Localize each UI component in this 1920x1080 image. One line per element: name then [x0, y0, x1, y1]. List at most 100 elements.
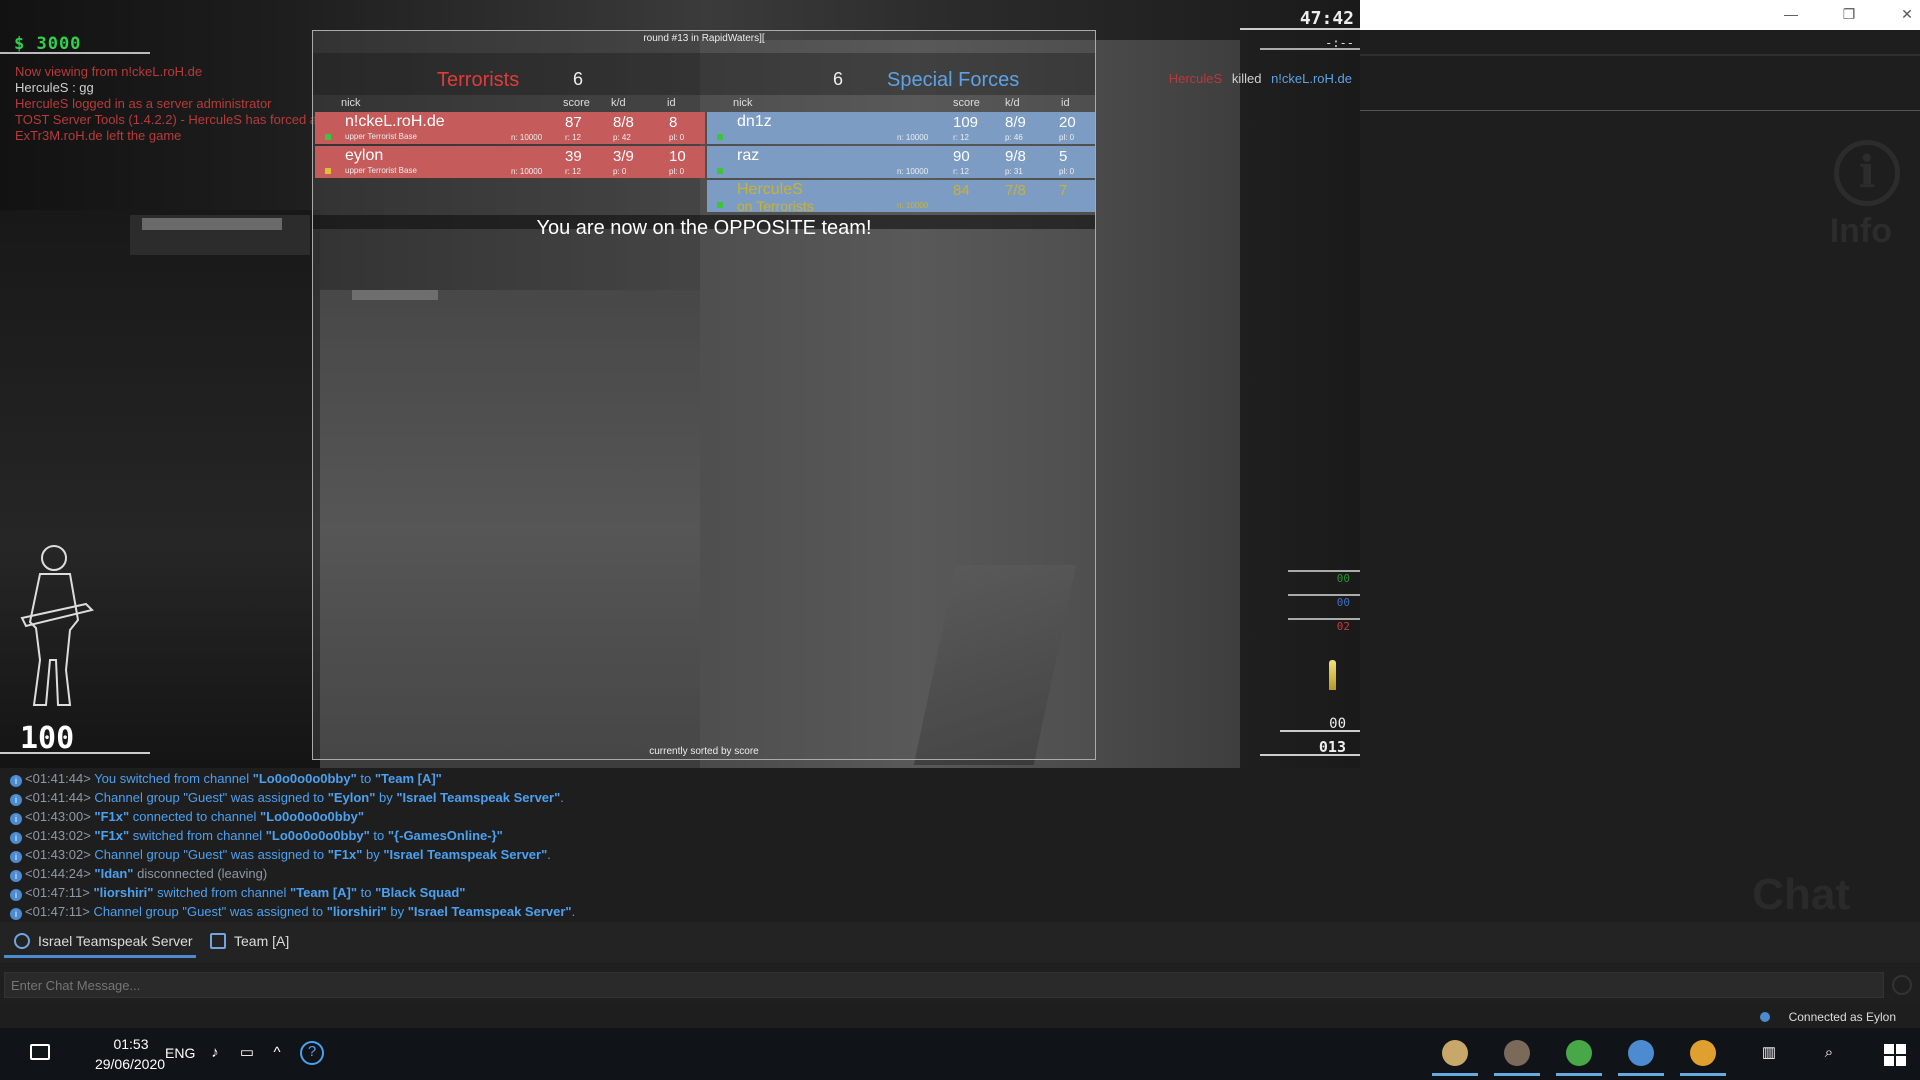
player-kd: 3/9	[613, 148, 634, 165]
tab-team-a[interactable]: Team [A]	[200, 928, 310, 958]
log-entity[interactable]: "Team [A]"	[290, 885, 357, 900]
player-score: 87	[565, 114, 582, 131]
tab-israel-teamspeak-server[interactable]: Israel Teamspeak Server	[4, 928, 196, 958]
chat-log-line: i <01:47:11> "liorshiri" switched from ch…	[10, 883, 1920, 902]
player-r: r: 12	[953, 167, 970, 176]
log-text: to	[356, 771, 375, 786]
player-row[interactable]: eylon upper Terrorist Base n: 10000 39 r…	[315, 146, 705, 178]
search-icon[interactable]: ⌕	[1820, 1044, 1838, 1062]
player-n: n: 10000	[897, 167, 929, 176]
teamspeak-app-icon[interactable]	[1618, 1034, 1664, 1076]
player-row[interactable]: HerculeS on Terrorists n: 10000 84 7/8 7	[707, 180, 1095, 214]
player-n: n: 10000	[897, 133, 929, 142]
log-entity[interactable]: "Black Squad"	[375, 885, 465, 900]
help-icon[interactable]: ?	[300, 1041, 324, 1065]
log-entity[interactable]: "Lo0o0o0o0bby"	[253, 771, 357, 786]
panel-divider	[1360, 54, 1920, 56]
log-entity[interactable]: "Lo0o0o0o0bby"	[266, 828, 370, 843]
player-row[interactable]: n!ckeL.roH.de upper Terrorist Base n: 10…	[315, 112, 705, 144]
status-dot	[325, 134, 331, 140]
player-location: upper Terrorist Base	[345, 132, 417, 141]
player-kd: 8/9	[1005, 114, 1026, 131]
log-entity[interactable]: "liorshiri"	[327, 904, 387, 919]
tray-expand-icon[interactable]: ^	[268, 1044, 286, 1062]
input-language[interactable]: ENG	[165, 1045, 195, 1061]
player-r: r: 12	[565, 133, 582, 142]
game-viewport[interactable]: $ 3000 47:42 -:-- Now viewing from n!cke…	[0, 0, 1360, 768]
log-timestamp: <01:43:02>	[25, 847, 91, 862]
player-model-icon	[20, 545, 94, 706]
info-icon: i	[10, 870, 22, 882]
chat-log-line: i <01:47:11> Channel group "Guest" was as…	[10, 902, 1920, 921]
battery-icon[interactable]: ▭	[238, 1044, 256, 1062]
chat-log: i <01:41:44> You switched from channel "L…	[0, 768, 1920, 922]
log-timestamp: <01:43:02>	[25, 828, 91, 843]
minimize-button[interactable]: —	[1768, 0, 1814, 30]
player-p: p: 46	[1005, 133, 1023, 142]
sort-note: currently sorted by score	[649, 746, 759, 757]
taskbar-time[interactable]: 01:53	[96, 1036, 166, 1052]
log-entity[interactable]: "Israel Teamspeak Server"	[383, 847, 547, 862]
chrome-app-icon[interactable]	[1680, 1034, 1726, 1076]
task-view-icon[interactable]: ▥	[1760, 1044, 1778, 1062]
action-center-icon[interactable]	[30, 1044, 50, 1060]
log-entity[interactable]: "Lo0o0o0o0bby"	[260, 809, 364, 824]
victim-name: n!ckeL.roH.de	[1271, 71, 1352, 86]
kill-verb: killed	[1231, 71, 1262, 86]
player-nick: dn1z	[737, 113, 772, 130]
status-dot	[717, 134, 723, 140]
log-entity[interactable]: "Eylon"	[328, 790, 376, 805]
connection-icon	[1760, 1012, 1770, 1022]
player-score: 109	[953, 114, 979, 131]
windows-start-button[interactable]	[1884, 1044, 1906, 1066]
log-text: Channel group "Guest" was assigned to	[93, 904, 327, 919]
player-kd: 9/8	[1005, 148, 1026, 165]
scoreboard-title: round #13 in RapidWaters][	[643, 33, 765, 44]
log-timestamp: <01:47:11>	[25, 904, 90, 919]
log-entity[interactable]: "Israel Teamspeak Server"	[396, 790, 560, 805]
emoji-icon[interactable]	[1892, 975, 1912, 995]
teamspeak-icon	[14, 933, 30, 949]
team-terrorists-score: 6	[573, 69, 584, 89]
desktop: $ 3000 47:42 -:-- Now viewing from n!cke…	[0, 0, 1920, 1080]
player-kd: 8/8	[613, 114, 634, 131]
tab-label: Israel Teamspeak Server	[38, 933, 193, 949]
chat-log-line: i <01:41:44> You switched from channel "L…	[10, 769, 1920, 788]
windows-taskbar: 01:53 29/06/2020 ENG ♪ ▭ ^ ? ▥ ⌕	[0, 1028, 1920, 1080]
alien-app-icon[interactable]	[1556, 1034, 1602, 1076]
chat-log-line: i <01:41:44> Channel group "Guest" was as…	[10, 788, 1920, 807]
player-row[interactable]: dn1z n: 10000 109 r: 12 8/9 p: 46 20 pl:…	[707, 112, 1095, 144]
log-entity[interactable]: "{-GamesOnline-}"	[388, 828, 503, 843]
player-pl: pl: 0	[1059, 167, 1075, 176]
log-text: Channel group "Guest" was assigned to	[94, 847, 328, 862]
col-score: score	[563, 97, 590, 109]
log-text: You switched from channel	[94, 771, 253, 786]
log-entity[interactable]: "Israel Teamspeak Server"	[408, 904, 572, 919]
log-text: connected to channel	[129, 809, 260, 824]
health-counter: 100	[0, 724, 150, 754]
game-app-icon[interactable]	[1494, 1034, 1540, 1076]
col-kd: k/d	[611, 97, 626, 109]
volume-icon[interactable]: ♪	[206, 1044, 224, 1062]
chrome-app-icon-glyph	[1690, 1040, 1716, 1066]
close-button[interactable]: ✕	[1884, 0, 1920, 30]
chat-message-input[interactable]	[4, 972, 1884, 998]
col-id: id	[1061, 97, 1070, 109]
log-entity[interactable]: "F1x"	[94, 809, 129, 824]
restore-button[interactable]: ❐	[1826, 0, 1872, 30]
log-entity[interactable]: "Idan"	[94, 866, 133, 881]
player-row[interactable]: raz n: 10000 90 r: 12 9/8 p: 31 5 pl: 0	[707, 146, 1095, 178]
log-text: .	[560, 790, 564, 805]
log-entity[interactable]: "Team [A]"	[375, 771, 442, 786]
paint-app-icon[interactable]	[1432, 1034, 1478, 1076]
log-entity[interactable]: "liorshiri"	[93, 885, 153, 900]
log-entity[interactable]: "F1x"	[94, 828, 129, 843]
col-score: score	[953, 97, 980, 109]
log-entity[interactable]: "F1x"	[328, 847, 363, 862]
log-text: by	[386, 904, 408, 919]
tab-label: Team [A]	[234, 933, 290, 949]
player-nick: raz	[737, 147, 760, 164]
game-app-icon-glyph	[1504, 1040, 1530, 1066]
player-n: n: 10000	[511, 167, 543, 176]
team-terrorists-name: Terrorists	[437, 69, 520, 91]
